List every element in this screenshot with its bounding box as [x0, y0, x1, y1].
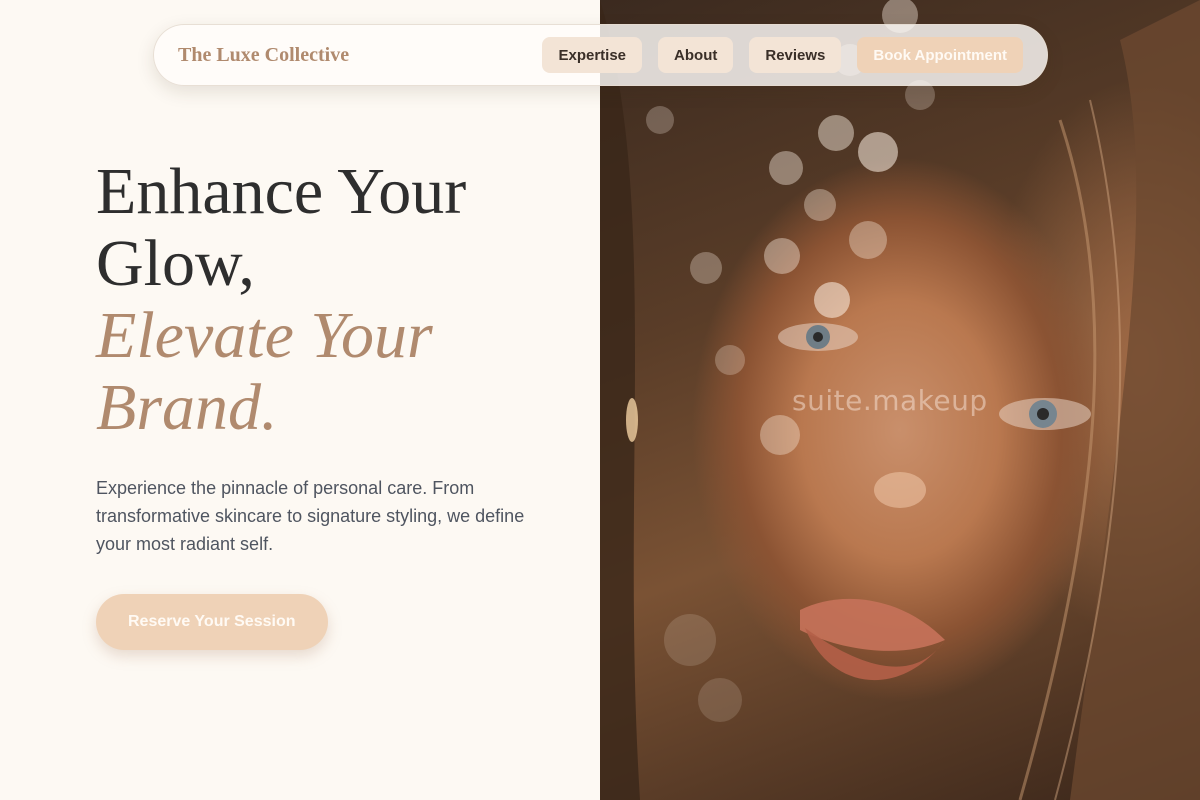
- hero-description: Experience the pinnacle of personal care…: [96, 478, 525, 554]
- nav-link-about[interactable]: About: [658, 37, 734, 73]
- photo-watermark: suite.makeup: [792, 384, 988, 417]
- headline-line-2: Glow,: [96, 227, 255, 300]
- hero-section: Enhance Your Glow, Elevate Your Brand. E…: [96, 156, 576, 650]
- book-appointment-button[interactable]: Book Appointment: [857, 37, 1023, 73]
- headline-line-1: Enhance Your: [96, 155, 467, 228]
- headline-accent-line-2: Brand.: [96, 371, 278, 444]
- headline-accent-line-1: Elevate Your: [96, 299, 433, 372]
- nav-link-expertise[interactable]: Expertise: [542, 37, 643, 73]
- hero-portrait-image: suite.makeup: [600, 0, 1200, 800]
- brand-logo[interactable]: The Luxe Collective: [178, 44, 349, 67]
- hero-headline: Enhance Your Glow, Elevate Your Brand.: [96, 156, 576, 444]
- reserve-session-button[interactable]: Reserve Your Session: [96, 594, 328, 650]
- nav-links: Expertise About Reviews Book Appointment: [542, 37, 1023, 73]
- nav-link-reviews[interactable]: Reviews: [749, 37, 842, 73]
- navbar: The Luxe Collective Expertise About Revi…: [153, 24, 1048, 86]
- landing-page: suite.makeup The Luxe Collective Experti…: [0, 0, 1200, 800]
